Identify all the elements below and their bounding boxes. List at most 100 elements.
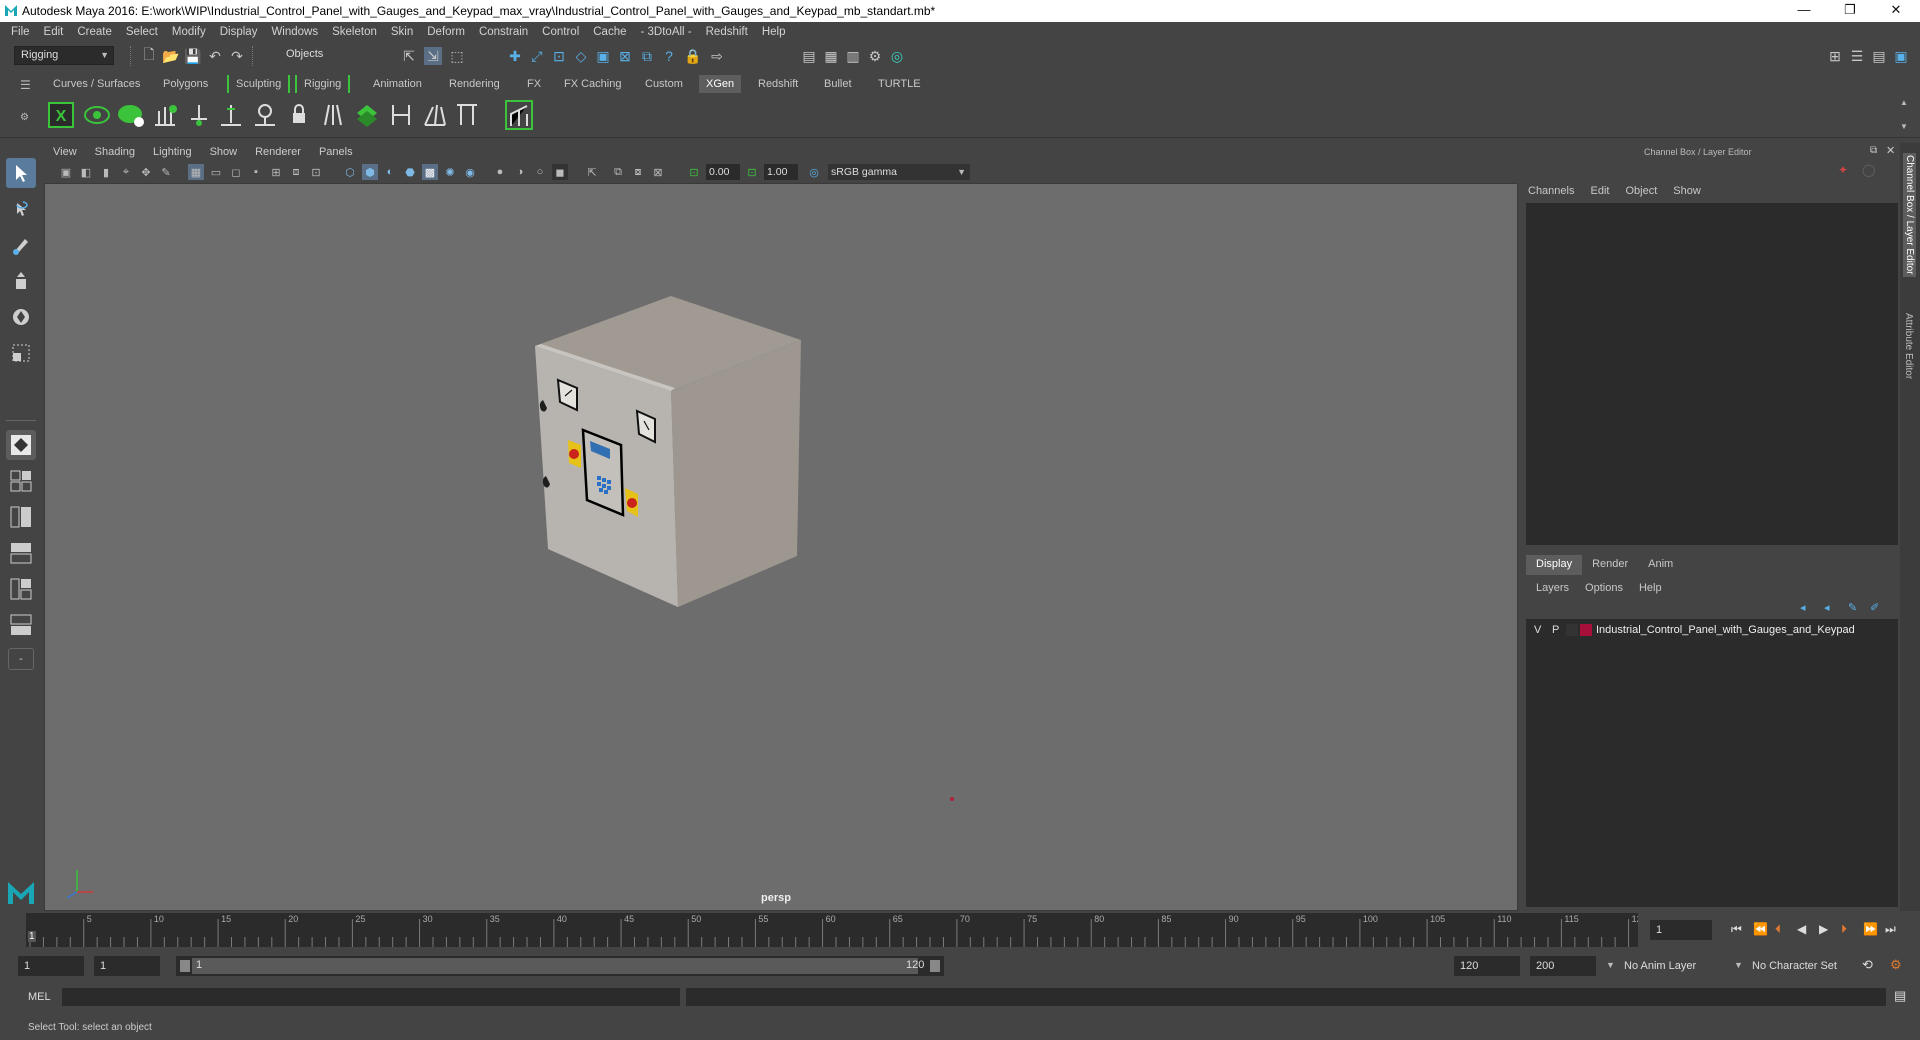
menu-redshift[interactable]: Redshift: [699, 26, 755, 38]
menu-deform[interactable]: Deform: [420, 26, 472, 38]
playback-start-field[interactable]: 1: [94, 956, 160, 976]
bookmark-icon[interactable]: ▮: [98, 164, 114, 180]
menu-set-dropdown[interactable]: Rigging ▼: [14, 46, 114, 65]
resolution-gate-icon[interactable]: ◻: [228, 164, 244, 180]
snap-vertex-icon[interactable]: ⧉: [638, 47, 656, 65]
move-layer-down-icon[interactable]: ◂: [1824, 601, 1830, 614]
layer-menu-layers[interactable]: Layers: [1536, 582, 1569, 594]
xgen-guide-move-icon[interactable]: [184, 98, 214, 132]
channel-box-area[interactable]: [1526, 203, 1898, 545]
image-plane-icon[interactable]: ⌖: [118, 164, 134, 180]
animation-end-field[interactable]: 200: [1530, 956, 1596, 976]
lasso-tool-icon[interactable]: [6, 194, 36, 224]
persp-graph-layout-icon[interactable]: [6, 538, 36, 568]
channel-menu-object[interactable]: Object: [1625, 185, 1657, 197]
input-output-icon[interactable]: ⇨: [708, 47, 726, 65]
shelf-scroll-up-icon[interactable]: ▲: [1900, 98, 1908, 107]
layer-tab-display[interactable]: Display: [1526, 555, 1583, 575]
menu-modify[interactable]: Modify: [165, 26, 213, 38]
outliner-toggle-icon[interactable]: ▤: [1870, 47, 1888, 65]
shadows-icon[interactable]: ◉: [462, 164, 478, 180]
animation-preferences-icon[interactable]: ⚙: [1890, 957, 1902, 973]
snap-view-plane-icon[interactable]: ◇: [572, 47, 590, 65]
xgen-guide-rotate-icon[interactable]: [250, 98, 280, 132]
channel-menu-edit[interactable]: Edit: [1590, 185, 1609, 197]
tab-xgen[interactable]: XGen: [699, 75, 742, 93]
shelf-scroll-down-icon[interactable]: ▼: [1900, 122, 1908, 131]
single-perspective-layout-icon[interactable]: [6, 430, 36, 460]
xgen-guide-sculpt-icon[interactable]: [216, 98, 246, 132]
side-tab-attribute-editor[interactable]: Attribute Editor: [1903, 313, 1914, 379]
snap-surface-icon[interactable]: ▣: [594, 47, 612, 65]
anim-layer-dropdown[interactable]: No Anim Layer: [1618, 956, 1748, 976]
layer-menu-help[interactable]: Help: [1639, 582, 1662, 594]
tab-fx-caching[interactable]: FX Caching: [557, 75, 628, 93]
screen-space-ao-icon[interactable]: ●: [492, 164, 508, 180]
layer-color-swatch[interactable]: [1580, 624, 1592, 636]
persp-outliner-layout-icon[interactable]: [6, 502, 36, 532]
hypershade-layout-icon[interactable]: [6, 610, 36, 640]
paint-select-tool-icon[interactable]: [6, 230, 36, 260]
tab-rendering[interactable]: Rendering: [442, 75, 507, 93]
layer-row[interactable]: V P Industrial_Control_Panel_with_Gauges…: [1526, 621, 1898, 639]
smooth-shade-icon[interactable]: ⬢: [362, 164, 378, 180]
render-frame-icon[interactable]: ▤: [800, 47, 818, 65]
menu-control[interactable]: Control: [535, 26, 586, 38]
selection-mode-dropdown[interactable]: Objects: [280, 46, 380, 65]
snap-grid-icon[interactable]: ✚: [506, 47, 524, 65]
outliner-graph-layout-icon[interactable]: [6, 574, 36, 604]
chevron-down-icon[interactable]: ▼: [1606, 960, 1615, 970]
menu-skeleton[interactable]: Skeleton: [325, 26, 384, 38]
panel-menu-view[interactable]: View: [44, 146, 86, 158]
rotate-tool-icon[interactable]: [6, 302, 36, 332]
go-to-start-icon[interactable]: ⏮: [1731, 922, 1742, 937]
new-scene-icon[interactable]: 🗋: [140, 46, 158, 65]
xgen-convert-icon[interactable]: [504, 98, 534, 132]
side-tab-channel-box[interactable]: Channel Box / Layer Editor: [1903, 153, 1916, 277]
menu-edit[interactable]: Edit: [37, 26, 71, 38]
tab-animation[interactable]: Animation: [366, 75, 429, 93]
layer-playback-toggle[interactable]: P: [1552, 624, 1559, 636]
lock-icon[interactable]: 🔒: [684, 47, 702, 65]
grid-toggle-icon[interactable]: ▦: [188, 164, 204, 180]
panel-menu-panels[interactable]: Panels: [310, 146, 362, 158]
isolate-select-icon[interactable]: ⇱: [584, 164, 600, 180]
scale-tool-icon[interactable]: [6, 338, 36, 368]
field-chart-icon[interactable]: ⊞: [268, 164, 284, 180]
gamma-field[interactable]: 1.00: [764, 164, 798, 180]
menu-constrain[interactable]: Constrain: [472, 26, 535, 38]
xgen-guide-normalize-icon[interactable]: [318, 98, 348, 132]
motion-blur-icon[interactable]: ◑: [512, 164, 528, 180]
menu-3dtoall[interactable]: - 3DtoAll -: [634, 26, 699, 38]
menu-windows[interactable]: Windows: [264, 26, 325, 38]
tab-bullet[interactable]: Bullet: [817, 75, 859, 93]
save-scene-icon[interactable]: 💾: [184, 47, 202, 65]
textured-icon[interactable]: ▩: [422, 164, 438, 180]
close-panel-icon[interactable]: ✕: [1886, 144, 1895, 157]
xgen-guide-bend-icon[interactable]: [386, 98, 416, 132]
exposure-field[interactable]: 0.00: [706, 164, 740, 180]
multisample-aa-icon[interactable]: ○: [532, 164, 548, 180]
wireframe-icon[interactable]: ⬡: [342, 164, 358, 180]
xray-joints-icon[interactable]: ⊠: [650, 164, 666, 180]
move-layer-up-icon[interactable]: ◂: [1800, 601, 1806, 614]
step-forward-key-icon[interactable]: ⏩: [1863, 922, 1878, 936]
default-material-icon[interactable]: ◐: [382, 164, 398, 180]
tab-rigging[interactable]: Rigging: [295, 75, 351, 93]
menu-skin[interactable]: Skin: [384, 26, 420, 38]
tab-polygons[interactable]: Polygons: [156, 75, 215, 93]
menu-select[interactable]: Select: [119, 26, 165, 38]
minimize-button[interactable]: —: [1781, 0, 1827, 22]
film-gate-icon[interactable]: ▭: [208, 164, 224, 180]
panel-menu-show[interactable]: Show: [201, 146, 247, 158]
tab-sculpting[interactable]: Sculpting: [227, 75, 291, 93]
layout-more-icon[interactable]: -: [8, 648, 34, 670]
panel-menu-lighting[interactable]: Lighting: [144, 146, 201, 158]
animation-start-field[interactable]: 1: [18, 956, 84, 976]
current-frame-field[interactable]: 1: [1650, 920, 1712, 940]
xray-icon[interactable]: ⧉: [610, 164, 626, 180]
float-panel-icon[interactable]: ⧉: [1870, 145, 1877, 156]
time-ruler[interactable]: 5 10 15 20 25 30 35 40 45 50 55 60 65 70 75 80 85 90 95 100…: [26, 913, 1638, 947]
xgen-guide-orient-icon[interactable]: [452, 98, 482, 132]
safe-title-icon[interactable]: ⊡: [308, 164, 324, 180]
